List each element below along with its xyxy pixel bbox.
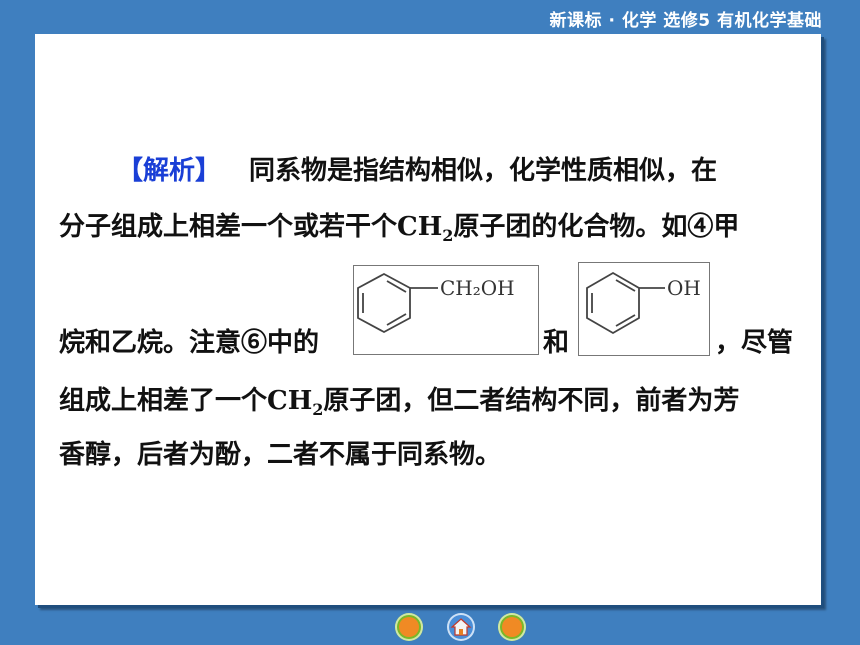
benzyl-alcohol-structure: CH₂OH xyxy=(353,265,539,355)
previous-button[interactable] xyxy=(395,613,423,641)
line5-text: 香醇，后者为酚，二者不属于同系物。 xyxy=(59,440,502,470)
header-bar: 新课标 · 化学 选修5 有机化学基础 xyxy=(0,0,860,34)
line3-text-a: 烷和乙烷。注意⑥中的 xyxy=(59,328,320,358)
ch2-subscript: 2 xyxy=(442,226,454,246)
text-line-5: 香醇，后者为酚，二者不属于同系物。 xyxy=(59,440,501,470)
ch2-subscript: 2 xyxy=(312,400,324,420)
ch2-formula: CH xyxy=(267,386,313,416)
text-line-3c: ，尽管 xyxy=(715,328,793,358)
line1-text: 同系物是指结构相似，化学性质相似，在 xyxy=(249,156,718,186)
previous-icon xyxy=(399,617,419,637)
phenol-structure: OH xyxy=(578,262,710,356)
analysis-tag: 【解析】 xyxy=(117,156,222,186)
and-text: 和 xyxy=(543,328,570,358)
line4-text-a: 组成上相差了一个 xyxy=(59,386,268,416)
text-line-3b: 和 xyxy=(543,328,569,358)
text-line-3a: 烷和乙烷。注意⑥中的 xyxy=(59,328,319,358)
next-icon xyxy=(502,617,522,637)
home-icon xyxy=(450,618,472,636)
line4-text-b: 原子团，但二者结构不同，前者为芳 xyxy=(323,386,740,416)
header-title: 新课标 · 化学 选修5 有机化学基础 xyxy=(549,11,822,31)
next-button[interactable] xyxy=(498,613,526,641)
line3-text-b: ，尽管 xyxy=(715,328,794,358)
benzyl-alcohol-label: CH₂OH xyxy=(440,276,515,300)
line2-text-a: 分子组成上相差一个或若干个 xyxy=(59,212,398,242)
home-button[interactable] xyxy=(447,613,475,641)
text-line-2: 分子组成上相差一个或若干个CH2原子团的化合物。如④甲 xyxy=(59,212,739,251)
ch2-formula: CH xyxy=(397,212,443,242)
phenol-label: OH xyxy=(667,276,701,300)
line2-text-b: 原子团的化合物。如④甲 xyxy=(453,212,740,242)
text-line-1: 【解析】 同系物是指结构相似，化学性质相似，在 xyxy=(117,156,717,186)
slide-content: 【解析】 同系物是指结构相似，化学性质相似，在 分子组成上相差一个或若干个CH2原… xyxy=(35,34,821,605)
text-line-4: 组成上相差了一个CH2原子团，但二者结构不同，前者为芳 xyxy=(59,386,739,425)
